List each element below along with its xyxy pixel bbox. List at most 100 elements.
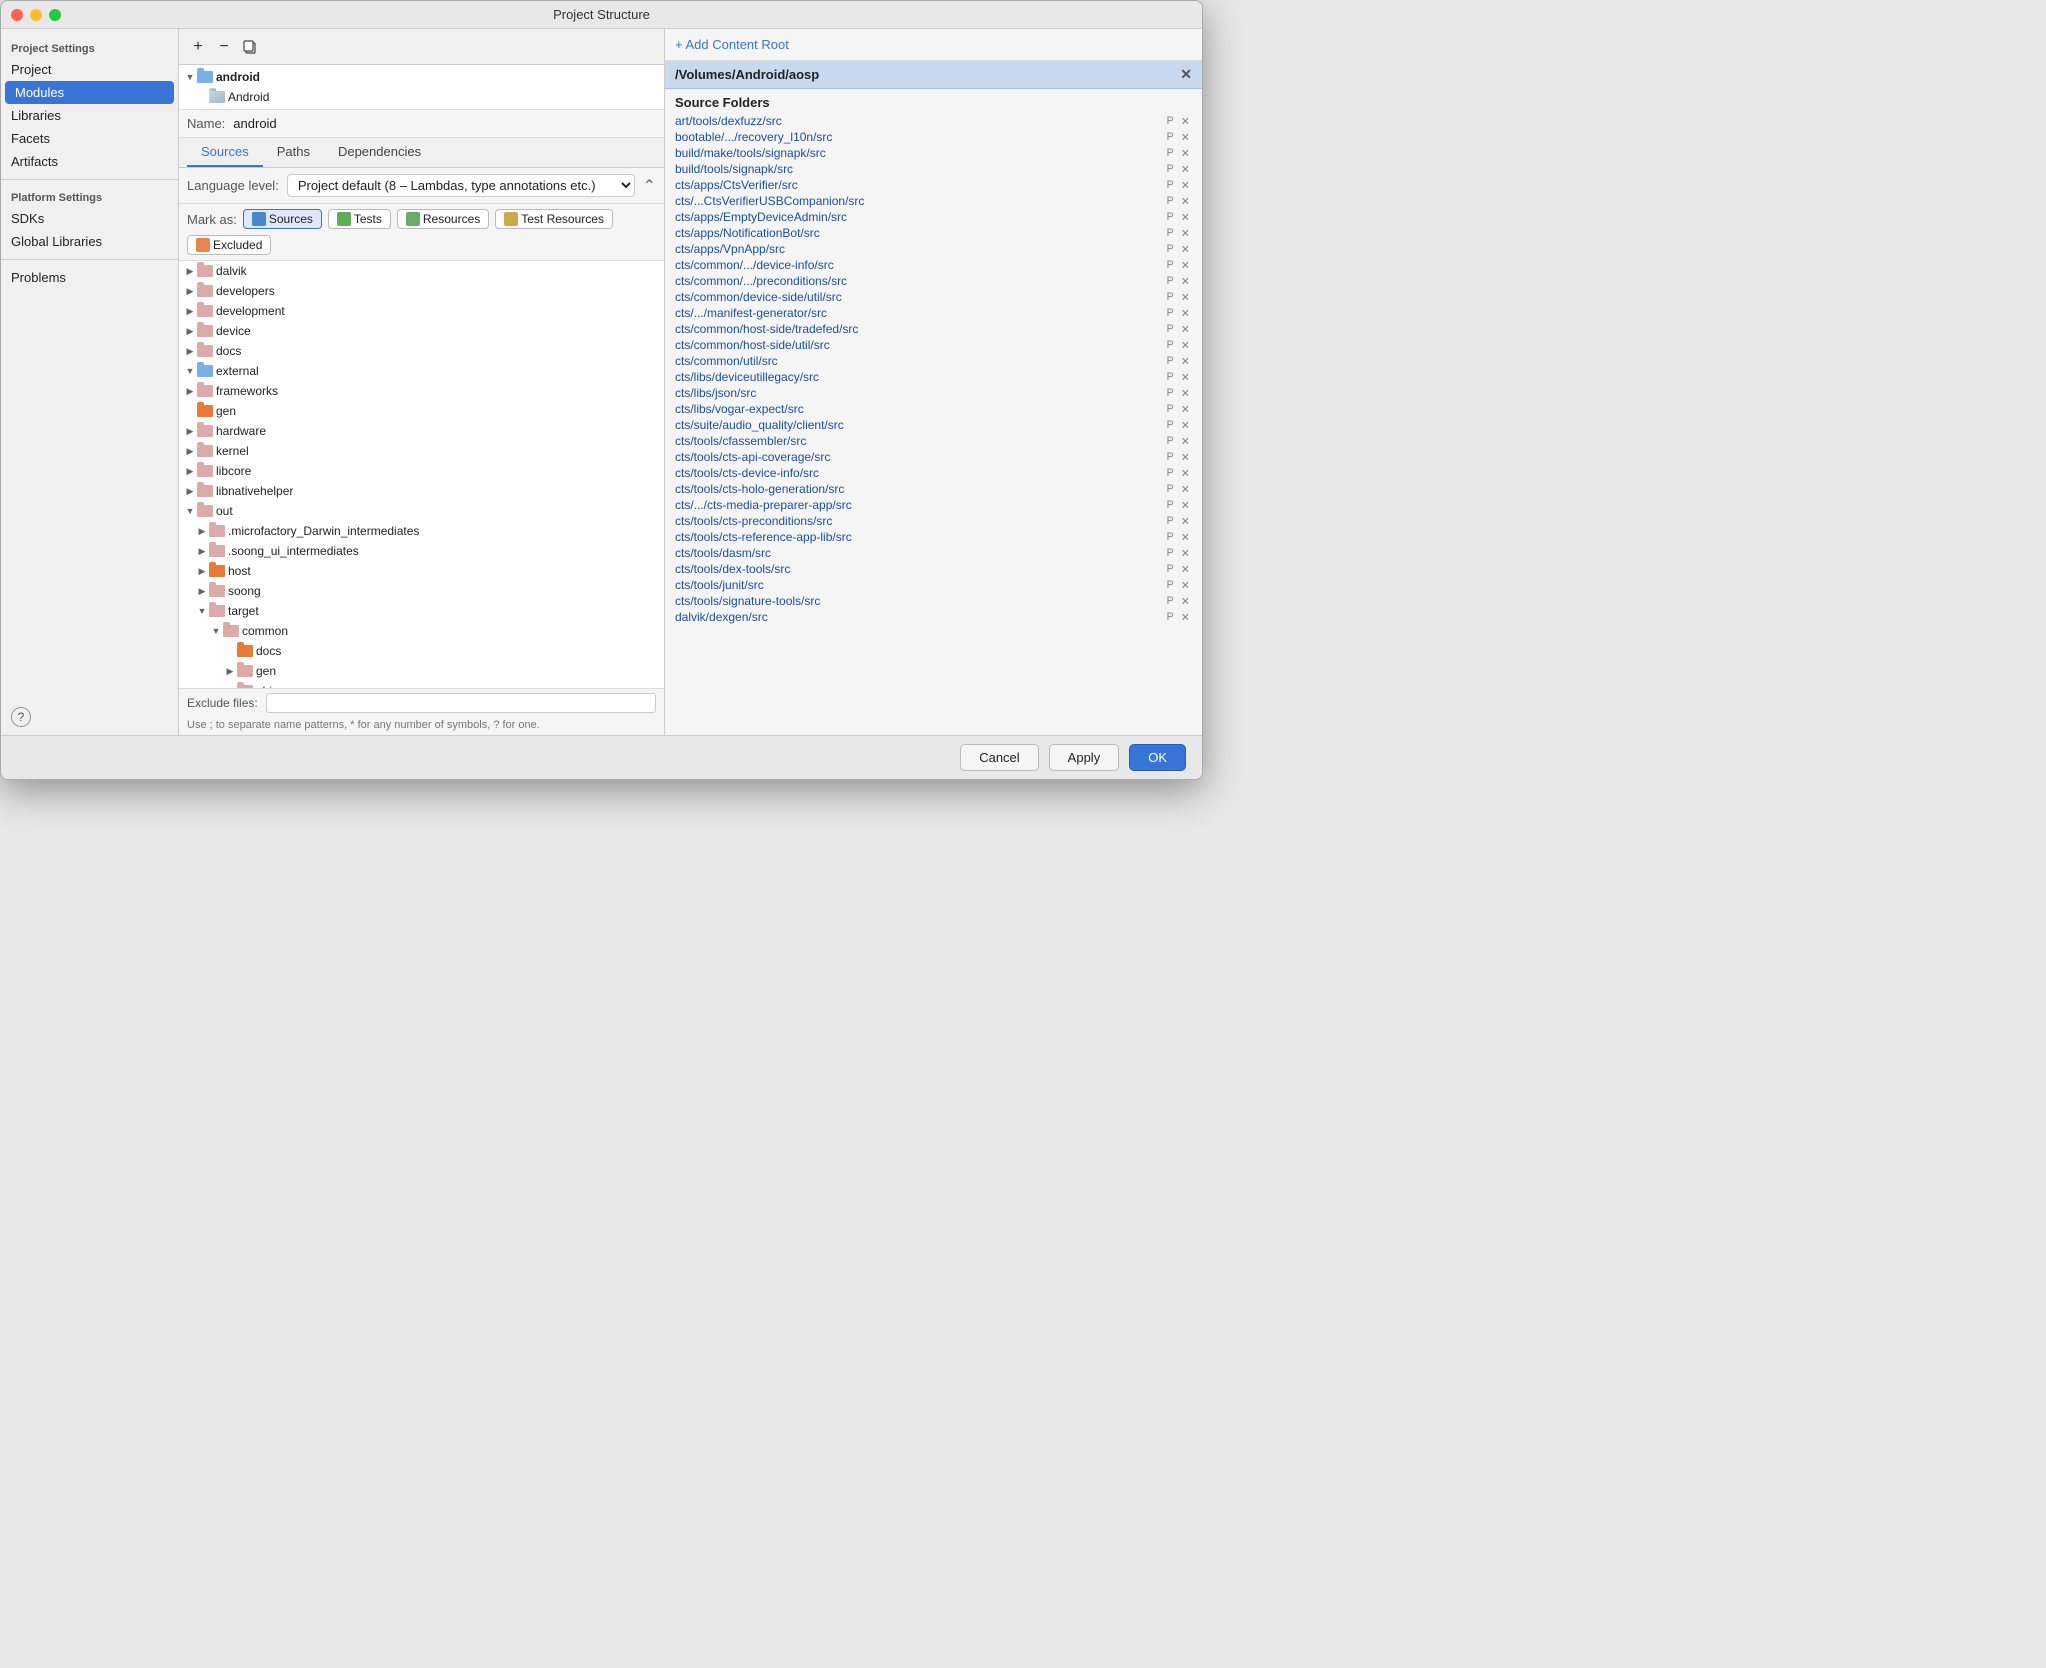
source-folder-item[interactable]: cts/libs/deviceutillegacy/src P ✕	[665, 369, 1202, 385]
tree-item-soong[interactable]: soong	[179, 581, 664, 601]
source-folder-x-button[interactable]: ✕	[1179, 371, 1192, 384]
source-folder-x-button[interactable]: ✕	[1179, 435, 1192, 448]
sidebar-item-artifacts[interactable]: Artifacts	[1, 150, 178, 173]
source-folder-p-button[interactable]: P	[1164, 275, 1175, 288]
source-folder-item[interactable]: cts/common/host-side/util/src P ✕	[665, 337, 1202, 353]
source-folder-p-button[interactable]: P	[1164, 451, 1175, 464]
mark-resources-button[interactable]: Resources	[397, 209, 489, 229]
tree-item-dalvik[interactable]: dalvik	[179, 261, 664, 281]
source-folder-x-button[interactable]: ✕	[1179, 355, 1192, 368]
source-folder-item[interactable]: dalvik/dexgen/src P ✕	[665, 609, 1202, 625]
tree-item-libcore[interactable]: libcore	[179, 461, 664, 481]
source-folder-x-button[interactable]: ✕	[1179, 211, 1192, 224]
source-folder-x-button[interactable]: ✕	[1179, 531, 1192, 544]
source-folder-item[interactable]: cts/.../manifest-generator/src P ✕	[665, 305, 1202, 321]
source-folder-x-button[interactable]: ✕	[1179, 339, 1192, 352]
sidebar-item-facets[interactable]: Facets	[1, 127, 178, 150]
source-folder-x-button[interactable]: ✕	[1179, 163, 1192, 176]
source-folder-p-button[interactable]: P	[1164, 147, 1175, 160]
source-folder-item[interactable]: cts/suite/audio_quality/client/src P ✕	[665, 417, 1202, 433]
source-folder-p-button[interactable]: P	[1164, 419, 1175, 432]
source-folder-x-button[interactable]: ✕	[1179, 451, 1192, 464]
source-folder-p-button[interactable]: P	[1164, 323, 1175, 336]
content-root-close-button[interactable]: ✕	[1180, 66, 1192, 83]
source-folder-p-button[interactable]: P	[1164, 611, 1175, 624]
remove-module-button[interactable]: −	[213, 36, 235, 58]
source-folder-p-button[interactable]: P	[1164, 131, 1175, 144]
source-folder-item[interactable]: cts/tools/cts-reference-app-lib/src P ✕	[665, 529, 1202, 545]
source-folder-item[interactable]: cts/common/device-side/util/src P ✕	[665, 289, 1202, 305]
tree-item-microfactory[interactable]: .microfactory_Darwin_intermediates	[179, 521, 664, 541]
sidebar-item-project[interactable]: Project	[1, 58, 178, 81]
source-folder-item[interactable]: cts/tools/cts-preconditions/src P ✕	[665, 513, 1202, 529]
source-folder-p-button[interactable]: P	[1164, 531, 1175, 544]
source-folder-p-button[interactable]: P	[1164, 227, 1175, 240]
tree-item-target[interactable]: target	[179, 601, 664, 621]
tree-item-hardware[interactable]: hardware	[179, 421, 664, 441]
source-folder-p-button[interactable]: P	[1164, 547, 1175, 560]
source-folder-item[interactable]: cts/.../cts-media-preparer-app/src P ✕	[665, 497, 1202, 513]
source-folder-item[interactable]: cts/...CtsVerifierUSBCompanion/src P ✕	[665, 193, 1202, 209]
source-folder-item[interactable]: cts/apps/NotificationBot/src P ✕	[665, 225, 1202, 241]
language-level-select[interactable]: Project default (8 – Lambdas, type annot…	[287, 174, 635, 197]
source-folder-x-button[interactable]: ✕	[1179, 259, 1192, 272]
module-root-arrow[interactable]	[183, 70, 197, 84]
source-folder-item[interactable]: cts/tools/cts-api-coverage/src P ✕	[665, 449, 1202, 465]
sidebar-item-global-libraries[interactable]: Global Libraries	[1, 230, 178, 253]
source-folder-x-button[interactable]: ✕	[1179, 131, 1192, 144]
add-module-button[interactable]: +	[187, 36, 209, 58]
tree-item-common-gen[interactable]: gen	[179, 661, 664, 681]
source-folder-p-button[interactable]: P	[1164, 195, 1175, 208]
source-folder-p-button[interactable]: P	[1164, 467, 1175, 480]
tree-item-common-obj[interactable]: obj	[179, 681, 664, 688]
add-content-root-button[interactable]: + Add Content Root	[675, 37, 789, 52]
source-folder-item[interactable]: cts/common/util/src P ✕	[665, 353, 1202, 369]
source-folder-item[interactable]: cts/tools/cfassembler/src P ✕	[665, 433, 1202, 449]
tab-dependencies[interactable]: Dependencies	[324, 138, 435, 167]
source-folder-item[interactable]: cts/tools/cts-device-info/src P ✕	[665, 465, 1202, 481]
source-folder-x-button[interactable]: ✕	[1179, 563, 1192, 576]
source-folder-p-button[interactable]: P	[1164, 339, 1175, 352]
close-button[interactable]	[11, 9, 23, 21]
exclude-files-input[interactable]	[266, 693, 656, 713]
tree-item-kernel[interactable]: kernel	[179, 441, 664, 461]
source-folder-x-button[interactable]: ✕	[1179, 419, 1192, 432]
source-folder-p-button[interactable]: P	[1164, 563, 1175, 576]
source-folder-p-button[interactable]: P	[1164, 387, 1175, 400]
source-folder-p-button[interactable]: P	[1164, 115, 1175, 128]
source-folder-p-button[interactable]: P	[1164, 403, 1175, 416]
tree-item-out[interactable]: out	[179, 501, 664, 521]
source-folder-p-button[interactable]: P	[1164, 579, 1175, 592]
source-folder-x-button[interactable]: ✕	[1179, 579, 1192, 592]
source-folder-p-button[interactable]: P	[1164, 435, 1175, 448]
source-folder-item[interactable]: cts/apps/EmptyDeviceAdmin/src P ✕	[665, 209, 1202, 225]
source-folder-x-button[interactable]: ✕	[1179, 307, 1192, 320]
source-folder-x-button[interactable]: ✕	[1179, 275, 1192, 288]
tree-item-common[interactable]: common	[179, 621, 664, 641]
tree-item-common-docs[interactable]: docs	[179, 641, 664, 661]
file-tree[interactable]: dalvik developers development device	[179, 261, 664, 688]
source-folder-item[interactable]: bootable/.../recovery_l10n/src P ✕	[665, 129, 1202, 145]
source-folder-item[interactable]: cts/tools/signature-tools/src P ✕	[665, 593, 1202, 609]
source-folder-item[interactable]: build/make/tools/signapk/src P ✕	[665, 145, 1202, 161]
mark-tests-button[interactable]: Tests	[328, 209, 391, 229]
tree-item-developers[interactable]: developers	[179, 281, 664, 301]
help-icon[interactable]: ?	[11, 707, 31, 727]
tab-paths[interactable]: Paths	[263, 138, 324, 167]
mark-test-resources-button[interactable]: Test Resources	[495, 209, 613, 229]
source-folder-x-button[interactable]: ✕	[1179, 243, 1192, 256]
source-folder-item[interactable]: cts/tools/dex-tools/src P ✕	[665, 561, 1202, 577]
module-tree-root[interactable]: android	[179, 67, 664, 87]
source-folder-x-button[interactable]: ✕	[1179, 227, 1192, 240]
source-folder-x-button[interactable]: ✕	[1179, 179, 1192, 192]
source-folders-scroll[interactable]: Source Folders art/tools/dexfuzz/src P ✕…	[665, 89, 1202, 735]
source-folder-item[interactable]: build/tools/signapk/src P ✕	[665, 161, 1202, 177]
source-folder-item[interactable]: art/tools/dexfuzz/src P ✕	[665, 113, 1202, 129]
copy-module-button[interactable]	[239, 36, 261, 58]
tree-item-libnativehelper[interactable]: libnativehelper	[179, 481, 664, 501]
source-folder-x-button[interactable]: ✕	[1179, 115, 1192, 128]
source-folder-p-button[interactable]: P	[1164, 515, 1175, 528]
source-folder-x-button[interactable]: ✕	[1179, 595, 1192, 608]
source-folder-x-button[interactable]: ✕	[1179, 611, 1192, 624]
source-folder-p-button[interactable]: P	[1164, 259, 1175, 272]
